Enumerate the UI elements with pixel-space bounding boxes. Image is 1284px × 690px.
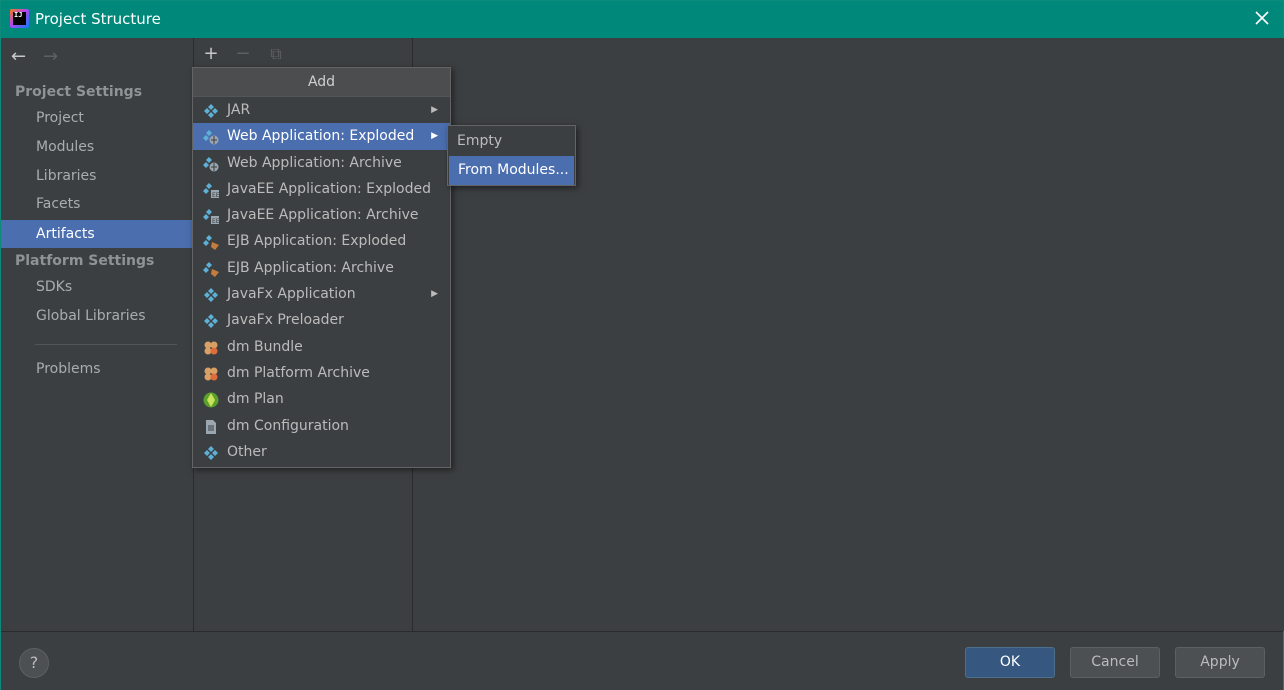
menu-item-other[interactable]: Other — [193, 439, 450, 465]
artifact-icon — [203, 286, 219, 303]
forward-arrow-icon[interactable]: → — [43, 46, 65, 67]
menu-item-label: dm Configuration — [227, 417, 349, 434]
menu-item-ejb-application-archive[interactable]: EJB Application: Archive — [193, 255, 450, 281]
submenu-arrow-icon: ▶ — [431, 289, 438, 300]
intellij-logo-icon: IJ — [10, 9, 29, 28]
project-settings-title: Project Settings — [15, 84, 143, 100]
javaee-icon: EE — [203, 207, 220, 225]
sidebar-item-problems[interactable]: Problems — [1, 355, 193, 383]
popup-title: Add — [193, 68, 450, 97]
javaee-icon: EE — [203, 181, 220, 199]
cancel-button[interactable]: Cancel — [1070, 647, 1160, 678]
menu-item-label: dm Bundle — [227, 338, 303, 355]
menu-item-web-application-archive[interactable]: Web Application: Archive — [193, 150, 450, 176]
menu-item-label: Web Application: Archive — [227, 154, 402, 171]
dialog-footer: ? OK Cancel Apply — [1, 631, 1283, 690]
remove-button[interactable]: − — [232, 43, 254, 65]
close-icon[interactable] — [1253, 9, 1271, 27]
menu-item-javaee-application-archive[interactable]: EE JavaEE Application: Archive — [193, 202, 450, 228]
menu-item-label: Other — [227, 443, 267, 460]
sidebar-item-sdks[interactable]: SDKs — [1, 273, 193, 301]
sidebar-item-global-libraries[interactable]: Global Libraries — [1, 302, 193, 330]
plan-globe-icon — [203, 391, 219, 408]
sidebar-item-project[interactable]: Project — [1, 104, 193, 132]
menu-item-dm-configuration[interactable]: dm Configuration — [193, 413, 450, 439]
svg-text:EE: EE — [212, 218, 219, 224]
menu-item-label: dm Platform Archive — [227, 364, 370, 381]
submenu-item-from-modules[interactable]: From Modules... — [449, 156, 574, 185]
window-title: Project Structure — [35, 10, 161, 28]
menu-item-javafx-application[interactable]: JavaFx Application ▶ — [193, 281, 450, 307]
artifact-icon — [203, 312, 219, 329]
menu-item-label: dm Plan — [227, 391, 284, 408]
copy-button[interactable]: ⧉ — [265, 43, 287, 65]
menu-item-label: JavaEE Application: Exploded — [227, 180, 431, 197]
apply-button[interactable]: Apply — [1175, 647, 1265, 678]
menu-item-javaee-application-exploded[interactable]: EE JavaEE Application: Exploded — [193, 176, 450, 202]
ejb-icon — [203, 233, 219, 251]
menu-item-ejb-application-exploded[interactable]: EJB Application: Exploded — [193, 228, 450, 254]
sidebar-item-modules[interactable]: Modules — [1, 133, 193, 161]
menu-item-label: JAR — [227, 102, 251, 118]
title-bar: IJ Project Structure — [1, 1, 1283, 38]
sidebar-item-artifacts[interactable]: Artifacts — [1, 220, 193, 248]
menu-item-dm-platform-archive[interactable]: dm Platform Archive — [193, 360, 450, 386]
submenu-arrow-icon: ▶ — [431, 131, 438, 142]
menu-item-dm-bundle[interactable]: dm Bundle — [193, 334, 450, 360]
nav-arrows: ← → — [11, 46, 65, 68]
add-button[interactable]: + — [200, 43, 222, 65]
bundle-icon — [203, 365, 219, 381]
svg-text:EE: EE — [212, 192, 219, 198]
menu-item-jar[interactable]: JAR ▶ — [193, 97, 450, 123]
web-app-icon — [203, 155, 219, 172]
menu-item-label: JavaEE Application: Archive — [227, 207, 419, 224]
menu-item-javafx-preloader[interactable]: JavaFx Preloader — [193, 307, 450, 333]
web-app-icon — [203, 128, 219, 145]
add-menu-list: JAR ▶ Web Application: Exploded ▶ Web Applic… — [193, 97, 450, 465]
menu-item-web-application-exploded[interactable]: Web Application: Exploded ▶ — [193, 123, 450, 150]
menu-item-label: Web Application: Exploded — [227, 128, 415, 145]
platform-settings-title: Platform Settings — [15, 253, 155, 269]
artifact-icon — [203, 102, 219, 118]
menu-item-label: EJB Application: Archive — [227, 259, 394, 276]
sidebar: ← → Project Settings Project Modules Libr… — [1, 38, 193, 631]
submenu-item-empty[interactable]: Empty — [448, 127, 575, 156]
submenu-arrow-icon: ▶ — [431, 105, 438, 115]
sidebar-separator — [35, 344, 177, 345]
help-button[interactable]: ? — [19, 648, 49, 678]
menu-item-label: JavaFx Preloader — [227, 312, 344, 329]
menu-item-label: JavaFx Application — [227, 286, 356, 303]
back-arrow-icon[interactable]: ← — [11, 46, 33, 67]
menu-item-dm-plan[interactable]: dm Plan — [193, 386, 450, 412]
menu-item-label: EJB Application: Exploded — [227, 233, 407, 250]
web-app-exploded-submenu: Empty From Modules... — [447, 125, 576, 186]
artifact-icon — [203, 444, 219, 460]
document-icon — [203, 418, 219, 434]
add-artifact-popup: Add JAR ▶ Web Application: Exploded ▶ Web Ap… — [192, 67, 451, 468]
ok-button[interactable]: OK — [965, 647, 1055, 678]
sidebar-item-facets[interactable]: Facets — [1, 190, 193, 218]
sidebar-item-libraries[interactable]: Libraries — [1, 162, 193, 190]
ejb-icon — [203, 260, 219, 277]
bundle-icon — [203, 339, 219, 355]
